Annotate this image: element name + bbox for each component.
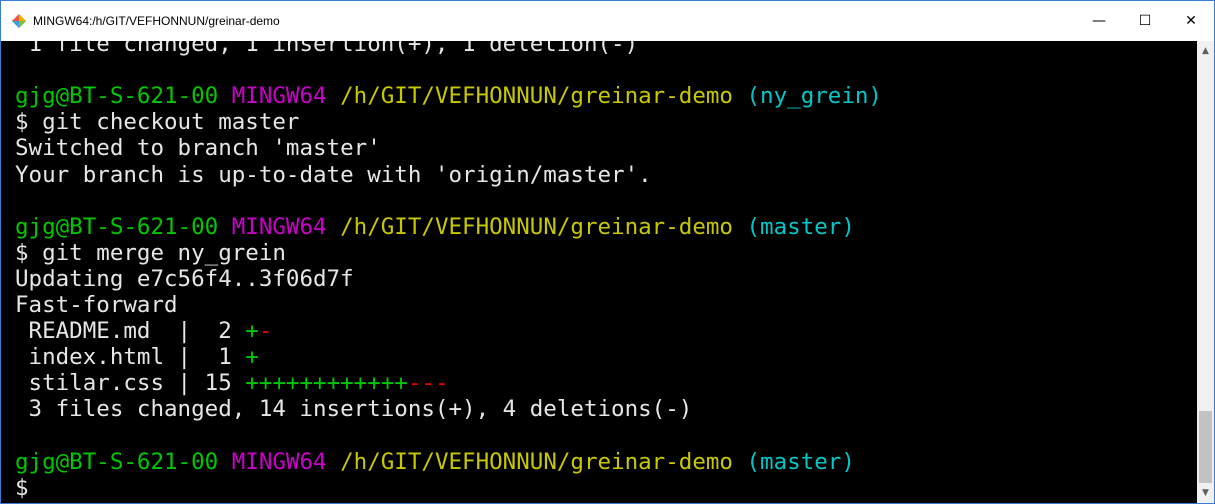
terminal-line: Updating e7c56f4..3f06d7f — [15, 266, 354, 292]
terminal-text-segment: + — [245, 344, 259, 371]
terminal-text-segment: Updating e7c56f4..3f06d7f — [15, 265, 354, 292]
terminal-line: $ git checkout master — [15, 109, 299, 135]
vertical-scrollbar[interactable]: ▲ ▼ — [1197, 41, 1214, 503]
maximize-button[interactable]: ☐ — [1122, 1, 1168, 41]
terminal-line: gjg@BT-S-621-00 MINGW64 /h/GIT/VEFHONNUN… — [15, 214, 855, 240]
terminal-text-segment: $ git merge ny_grein — [15, 239, 286, 266]
terminal-text-segment: /h/GIT/VEFHONNUN/greinar-demo — [340, 83, 733, 110]
terminal-line: stilar.css | 15 ++++++++++++--- — [15, 370, 449, 396]
scroll-up-arrow-icon[interactable]: ▲ — [1197, 43, 1214, 59]
terminal-line: $ git merge ny_grein — [15, 240, 286, 266]
terminal-text-segment: MINGW64 — [231, 83, 327, 110]
terminal-text-segment: MINGW64 — [231, 448, 327, 475]
terminal-line: Switched to branch 'master' — [15, 135, 381, 161]
terminal-text-segment: README.md | 2 — [15, 318, 246, 345]
close-button[interactable]: ✕ — [1168, 1, 1214, 41]
terminal-text-segment: (master) — [746, 448, 855, 475]
scrollbar-thumb[interactable] — [1199, 411, 1212, 483]
window-controls: — ☐ ✕ — [1076, 1, 1214, 41]
title-bar[interactable]: MINGW64:/h/GIT/VEFHONNUN/greinar-demo — … — [1, 1, 1214, 41]
terminal-text-segment: index.html | 1 — [15, 344, 246, 371]
terminal-text-segment: /h/GIT/VEFHONNUN/greinar-demo — [340, 448, 733, 475]
terminal-line: 1 file changed, 1 insertion(+), 1 deleti… — [15, 41, 639, 57]
terminal-line: Fast-forward — [15, 292, 178, 318]
terminal-text-segment: Switched to branch 'master' — [15, 135, 381, 162]
terminal-text-segment: --- — [407, 370, 449, 397]
terminal-text-segment: Your branch is up-to-date with 'origin/m… — [15, 161, 652, 188]
terminal-line: $ — [15, 475, 29, 501]
terminal-text-segment: gjg@BT-S-621-00 — [15, 448, 219, 475]
terminal-text-segment: gjg@BT-S-621-00 — [15, 83, 219, 110]
terminal-text-segment: 3 files changed, 14 insertions(+), 4 del… — [15, 396, 693, 423]
terminal-text-segment: + — [245, 318, 259, 345]
terminal-text-segment: gjg@BT-S-621-00 — [15, 213, 219, 240]
terminal-line: gjg@BT-S-621-00 MINGW64 /h/GIT/VEFHONNUN… — [15, 83, 882, 109]
terminal-line: Your branch is up-to-date with 'origin/m… — [15, 162, 652, 188]
terminal-line: gjg@BT-S-621-00 MINGW64 /h/GIT/VEFHONNUN… — [15, 449, 855, 475]
terminal-text-segment: /h/GIT/VEFHONNUN/greinar-demo — [340, 213, 733, 240]
terminal-text-segment: $ git checkout master — [15, 109, 300, 136]
terminal-text-segment: stilar.css | 15 — [15, 370, 246, 397]
terminal-output[interactable]: 1 file changed, 1 insertion(+), 1 deleti… — [1, 41, 1197, 503]
git-bash-icon — [11, 13, 27, 29]
terminal-line: README.md | 2 +- — [15, 318, 273, 345]
terminal-text-segment: (ny_grein) — [746, 83, 882, 110]
terminal-text-segment: Fast-forward — [15, 292, 178, 318]
terminal-text-segment: (master) — [746, 213, 855, 240]
terminal-window: MINGW64:/h/GIT/VEFHONNUN/greinar-demo — … — [0, 0, 1215, 504]
terminal-line: 3 files changed, 14 insertions(+), 4 del… — [15, 396, 693, 423]
minimize-button[interactable]: — — [1076, 1, 1122, 41]
terminal-text-segment: - — [258, 318, 273, 345]
terminal-text-segment: $ — [15, 474, 29, 501]
window-title: MINGW64:/h/GIT/VEFHONNUN/greinar-demo — [33, 14, 280, 28]
terminal-text-segment: MINGW64 — [231, 213, 327, 240]
terminal-text-segment: ++++++++++++ — [245, 370, 408, 397]
scroll-down-arrow-icon[interactable]: ▼ — [1197, 485, 1214, 501]
terminal-text-segment: 1 file changed, 1 insertion(+), 1 deleti… — [15, 41, 639, 57]
terminal-line: index.html | 1 + — [15, 344, 259, 370]
